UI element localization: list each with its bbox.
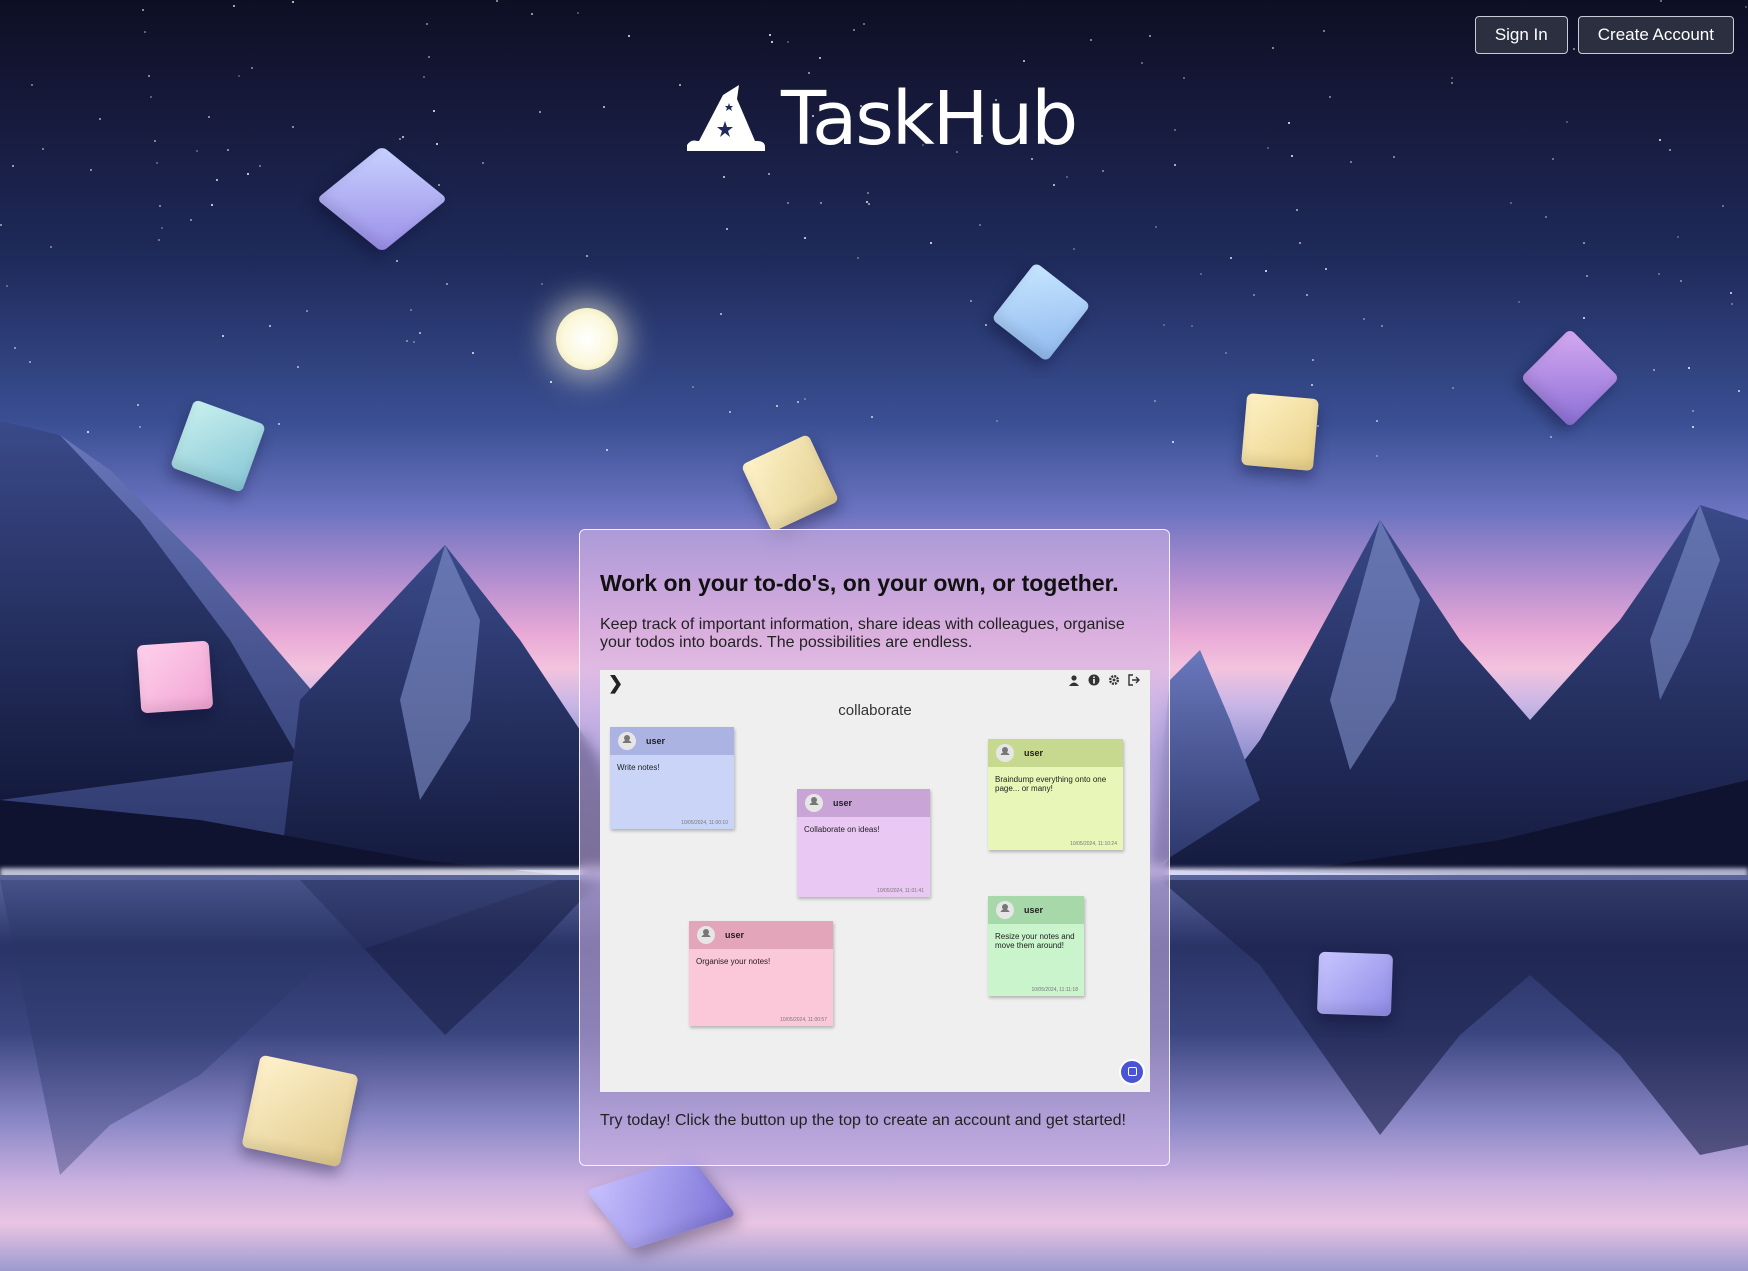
create-account-button[interactable]: Create Account [1577, 16, 1734, 54]
note-user: user [646, 736, 666, 746]
avatar [996, 744, 1014, 762]
preview-toolbar [1068, 674, 1140, 686]
chat-fab-icon [1119, 1059, 1145, 1085]
floating-note-yellow [1240, 392, 1320, 472]
info-icon [1088, 674, 1100, 686]
card-description: Keep track of important information, sha… [600, 616, 1125, 651]
wizard-hat-icon [687, 85, 765, 151]
note-date: 10/05/2024, 11:10:24 [1070, 841, 1117, 847]
note-date: 10/05/2024, 11:00:57 [780, 1017, 827, 1023]
sign-in-button[interactable]: Sign In [1474, 16, 1568, 54]
avatar [618, 732, 636, 750]
note-text: Resize your notes and move them around! [995, 932, 1075, 950]
sticky-note-header: user [610, 727, 734, 755]
sticky-note: user Collaborate on ideas! 10/05/2024, 1… [797, 789, 930, 897]
note-text: Collaborate on ideas! [804, 825, 880, 834]
avatar [805, 794, 823, 812]
card-cta: Try today! Click the button up the top t… [600, 1112, 1126, 1129]
app-preview-image: ❯ collaborate user Write notes! 10/05/20… [600, 670, 1150, 1092]
note-user: user [833, 798, 853, 808]
brand-logo: TaskHub [685, 76, 1078, 162]
note-text: Organise your notes! [696, 957, 771, 966]
note-user: user [1024, 905, 1044, 915]
chevron-right-icon: ❯ [608, 673, 624, 693]
auth-buttons: Sign In Create Account [1474, 16, 1734, 54]
sticky-note-header: user [988, 739, 1123, 767]
note-user: user [725, 930, 745, 940]
sticky-note: user Organise your notes! 10/05/2024, 11… [689, 921, 833, 1026]
sticky-note: user Braindump everything onto one page.… [988, 739, 1123, 850]
avatar [996, 901, 1014, 919]
floating-note-sand [241, 1054, 359, 1168]
note-user: user [1024, 748, 1044, 758]
avatar [697, 926, 715, 944]
card-title: Work on your to-do's, on your own, or to… [600, 570, 1119, 596]
sticky-note-header: user [988, 896, 1084, 924]
note-date: 10/05/2024, 11:01:41 [877, 888, 924, 894]
note-text: Braindump everything onto one page... or… [995, 775, 1107, 793]
note-date: 10/05/2024, 11:00:10 [681, 820, 728, 826]
sticky-note: user Write notes! 10/05/2024, 11:00:10 [610, 727, 734, 829]
board-title: collaborate [838, 702, 912, 719]
logout-icon [1128, 674, 1140, 686]
sticky-note-header: user [689, 921, 833, 949]
brand-name: TaskHub [781, 76, 1078, 162]
intro-card: Work on your to-do's, on your own, or to… [579, 529, 1170, 1166]
user-icon [1069, 675, 1079, 686]
floating-note-lilac [1316, 951, 1394, 1017]
note-date: 10/05/2024, 11:11:18 [1031, 987, 1078, 993]
note-text: Write notes! [617, 763, 660, 772]
gear-icon [1109, 675, 1119, 685]
floating-note-pink [136, 640, 214, 714]
sticky-note: user Resize your notes and move them aro… [988, 896, 1084, 996]
sticky-note-header: user [797, 789, 930, 817]
